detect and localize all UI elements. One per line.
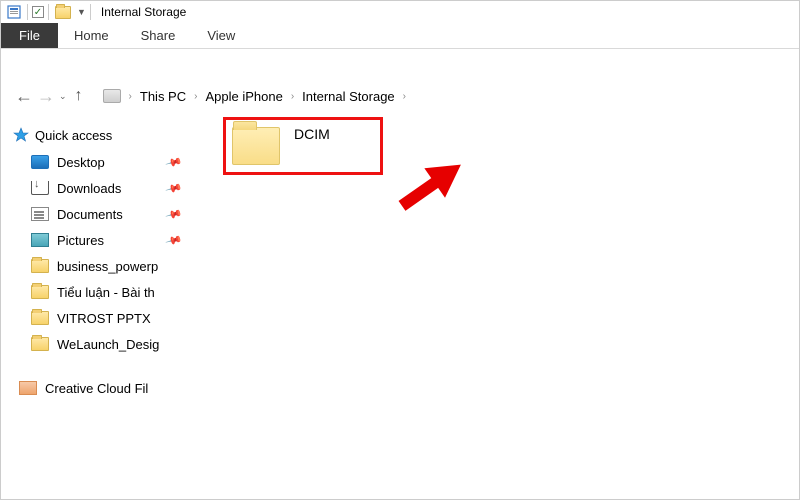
sidebar-item-label: Pictures (57, 233, 163, 248)
file-tab[interactable]: File (1, 23, 58, 48)
tab-home[interactable]: Home (58, 23, 125, 48)
star-icon (13, 127, 29, 143)
up-button[interactable]: ↑ (75, 87, 83, 105)
sidebar-item-folder[interactable]: Tiểu luận - Bài th (13, 279, 187, 305)
nav-row: ← → ⌄ ↑ › This PC › Apple iPhone › Inter… (1, 79, 799, 113)
quick-access-label: Quick access (35, 128, 112, 143)
sidebar-item-folder[interactable]: VITROST PPTX (13, 305, 187, 331)
folder-label[interactable]: DCIM (294, 126, 330, 142)
sidebar-item-downloads[interactable]: Downloads 📌 (13, 175, 187, 201)
highlight-annotation: DCIM (223, 117, 383, 175)
breadcrumb-device[interactable]: Apple iPhone (201, 89, 286, 104)
drive-icon (103, 89, 121, 103)
ribbon: File Home Share View (1, 23, 799, 49)
chevron-right-icon[interactable]: › (190, 91, 201, 102)
folder-icon (31, 311, 49, 325)
tab-share[interactable]: Share (125, 23, 192, 48)
sidebar-item-folder[interactable]: WeLaunch_Desig (13, 331, 187, 357)
sidebar-item-creative-cloud[interactable]: Creative Cloud Fil (13, 375, 187, 401)
sidebar-item-label: Downloads (57, 181, 163, 196)
sidebar-item-label: Tiểu luận - Bài th (57, 285, 187, 300)
sidebar-item-label: VITROST PPTX (57, 311, 187, 326)
breadcrumb-current[interactable]: Internal Storage (298, 89, 399, 104)
pin-icon: 📌 (165, 179, 183, 197)
pin-icon: 📌 (165, 153, 183, 171)
arrow-annotation (388, 140, 494, 243)
sidebar-item-label: Desktop (57, 155, 163, 170)
sidebar-item-label: WeLaunch_Desig (57, 337, 187, 352)
chevron-right-icon[interactable]: › (125, 91, 136, 102)
quick-access-header[interactable]: Quick access (13, 127, 187, 143)
pin-icon: 📌 (165, 205, 183, 223)
history-dropdown-icon[interactable]: ⌄ (59, 91, 67, 102)
downloads-icon (31, 181, 49, 195)
desktop-icon (31, 155, 49, 169)
forward-button[interactable]: → (35, 86, 57, 107)
qat-dropdown-icon[interactable]: ▼ (77, 7, 86, 17)
address-bar[interactable]: › This PC › Apple iPhone › Internal Stor… (99, 83, 787, 109)
sidebar-item-documents[interactable]: Documents 📌 (13, 201, 187, 227)
folder-icon (31, 285, 49, 299)
pictures-icon (31, 233, 49, 247)
sidebar-item-pictures[interactable]: Pictures 📌 (13, 227, 187, 253)
folder-icon (55, 6, 71, 19)
sidebar-item-label: Documents (57, 207, 163, 222)
window-title: Internal Storage (101, 5, 186, 19)
creative-cloud-icon (19, 381, 37, 395)
tab-view[interactable]: View (191, 23, 251, 48)
nav-pane: Quick access Desktop 📌 Downloads 📌 Docum… (1, 117, 191, 499)
breadcrumb-this-pc[interactable]: This PC (136, 89, 190, 104)
chevron-right-icon[interactable]: › (399, 91, 410, 102)
documents-icon (31, 207, 49, 221)
sidebar-item-label: business_powerp (57, 259, 187, 274)
content-pane[interactable]: DCIM (191, 117, 799, 499)
folder-icon (31, 259, 49, 273)
pin-icon: 📌 (165, 231, 183, 249)
back-button[interactable]: ← (13, 86, 35, 107)
folder-icon (31, 337, 49, 351)
properties-icon[interactable] (5, 3, 23, 21)
title-bar: ✓ ▼ Internal Storage (1, 1, 799, 23)
sidebar-item-label: Creative Cloud Fil (45, 381, 187, 396)
chevron-right-icon[interactable]: › (287, 91, 298, 102)
sidebar-item-folder[interactable]: business_powerp (13, 253, 187, 279)
sidebar-item-desktop[interactable]: Desktop 📌 (13, 149, 187, 175)
qat-checked-icon[interactable]: ✓ (32, 6, 44, 18)
folder-icon[interactable] (232, 127, 280, 165)
